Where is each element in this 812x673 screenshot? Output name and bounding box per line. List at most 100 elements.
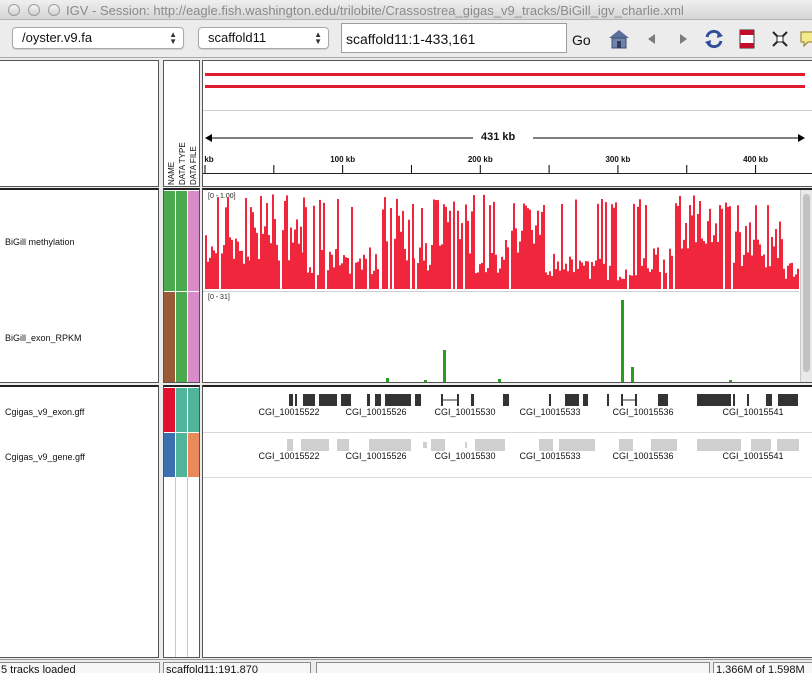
track-name-gene-gff[interactable]: Cgigas_v9_gene.gff — [5, 452, 85, 462]
methylation-bar — [795, 274, 797, 289]
region-of-interest-icon[interactable] — [736, 29, 758, 49]
gene-label[interactable]: CGI_10015526 — [345, 451, 406, 461]
gene-label[interactable]: CGI_10015536 — [612, 451, 673, 461]
methylation-bar — [783, 268, 785, 289]
attr-type-methylation[interactable] — [176, 191, 187, 291]
exon-features[interactable] — [203, 392, 803, 408]
track-name-rpkm[interactable]: BiGill_exon_RPKM — [5, 333, 82, 343]
methylation-bar — [419, 247, 421, 289]
gene-block — [619, 439, 633, 451]
methylation-bar — [761, 255, 763, 289]
go-button[interactable]: Go — [572, 32, 591, 48]
rpkm-track[interactable] — [203, 292, 799, 383]
gene-label[interactable]: CGI_10015526 — [345, 407, 406, 417]
methylation-bar — [298, 243, 300, 289]
zoom-window-button[interactable] — [48, 4, 60, 16]
gene-label[interactable]: CGI_10015522 — [258, 451, 319, 461]
exon-block — [697, 394, 731, 406]
exon-block — [457, 394, 459, 406]
gene-block — [539, 439, 553, 451]
track-name-exon-gff[interactable]: Cgigas_v9_exon.gff — [5, 407, 84, 417]
methylation-bar — [683, 239, 685, 289]
attr-type-rpkm[interactable] — [176, 292, 187, 382]
rpkm-bar — [443, 350, 446, 382]
gene-label[interactable]: CGI_10015530 — [434, 451, 495, 461]
exon-block — [471, 394, 474, 406]
methylation-bar — [235, 238, 237, 289]
forward-icon[interactable] — [672, 29, 694, 49]
genome-select-value: /oyster.v9.fa — [22, 30, 93, 45]
attribute-header-data-type[interactable]: DATA TYPE — [178, 142, 187, 185]
data-panel-scroll-thumb[interactable] — [803, 194, 810, 372]
methylation-bar — [209, 257, 211, 289]
feature-track-panel[interactable]: CGI_10015522 CGI_10015526 CGI_10015530 CGI_… — [202, 385, 812, 658]
methylation-bar — [555, 269, 557, 289]
methylation-bar — [207, 261, 209, 289]
attr-name-gene[interactable] — [164, 433, 175, 477]
ruler-panel[interactable]: 431 kb kb 100 kb 200 kb 300 kb 400 kb — [202, 60, 812, 187]
ruler-span-label: 431 kb — [481, 131, 516, 143]
methylation-bar — [286, 195, 288, 289]
methylation-bar — [647, 268, 649, 289]
methylation-bar — [445, 206, 447, 289]
data-track-panel[interactable]: [0 - 1.00] [0 - 31] — [202, 188, 812, 383]
exon-block — [303, 394, 315, 406]
popup-text-icon[interactable] — [798, 29, 812, 49]
ruler-ticks — [204, 165, 757, 173]
methylation-bar — [479, 264, 481, 289]
attr-name-exon[interactable] — [164, 388, 175, 432]
methylation-bar — [621, 278, 623, 289]
methylation-bar — [373, 270, 375, 289]
locus-search-input[interactable]: scaffold11:1-433,161 — [341, 23, 567, 53]
gene-label[interactable]: CGI_10015533 — [519, 451, 580, 461]
methylation-bar — [617, 280, 619, 289]
methylation-bar — [327, 270, 329, 289]
gene-label[interactable]: CGI_10015533 — [519, 407, 580, 417]
track-name-methylation[interactable]: BiGill methylation — [5, 237, 75, 247]
attr-type-exon[interactable] — [176, 388, 187, 432]
methylation-track[interactable] — [203, 190, 799, 292]
gene-label[interactable]: CGI_10015522 — [258, 407, 319, 417]
attr-name-methylation[interactable] — [164, 191, 175, 291]
attr-file-methylation[interactable] — [188, 191, 199, 291]
genome-select[interactable]: /oyster.v9.fa ▲ ▼ — [12, 27, 184, 49]
attr-type-gene[interactable] — [176, 433, 187, 477]
resize-icon[interactable] — [769, 29, 791, 49]
exon-block — [747, 394, 749, 406]
gene-label[interactable]: CGI_10015536 — [612, 407, 673, 417]
methylation-bar — [453, 201, 455, 289]
ruler-tick-label: 100 kb — [330, 155, 356, 164]
methylation-bar — [741, 266, 743, 289]
back-icon[interactable] — [641, 29, 663, 49]
attribute-header-data-file[interactable]: DATA FILE — [189, 146, 198, 185]
attr-name-rpkm[interactable] — [164, 292, 175, 382]
methylation-bar — [431, 245, 433, 289]
gene-label[interactable]: CGI_10015541 — [722, 407, 783, 417]
attr-file-exon[interactable] — [188, 388, 199, 432]
gene-block — [751, 439, 771, 451]
home-icon[interactable] — [608, 29, 630, 49]
methylation-bar — [499, 268, 501, 289]
attr-file-rpkm[interactable] — [188, 292, 199, 382]
minimize-window-button[interactable] — [28, 4, 40, 16]
exon-block — [415, 394, 421, 406]
gene-block — [423, 442, 427, 448]
methylation-bar — [739, 232, 741, 289]
methylation-bar — [531, 229, 533, 289]
attribute-header-name[interactable]: NAME — [167, 162, 176, 185]
attribute-header-panel: NAME DATA TYPE DATA FILE — [163, 60, 200, 187]
methylation-bar — [343, 255, 345, 289]
methylation-bar — [268, 235, 270, 289]
gene-label[interactable]: CGI_10015541 — [722, 451, 783, 461]
methylation-bar — [663, 259, 665, 289]
exon-block — [367, 394, 370, 406]
gene-features[interactable] — [203, 438, 803, 452]
gene-label[interactable]: CGI_10015530 — [434, 407, 495, 417]
data-panel-scrollbar[interactable] — [800, 190, 812, 382]
methylation-bar — [697, 213, 699, 289]
chromosome-select[interactable]: scaffold11 ▲ ▼ — [198, 27, 329, 49]
refresh-icon[interactable] — [703, 29, 725, 49]
attr-file-gene[interactable] — [188, 433, 199, 477]
methylation-bar — [687, 248, 689, 289]
close-window-button[interactable] — [8, 4, 20, 16]
